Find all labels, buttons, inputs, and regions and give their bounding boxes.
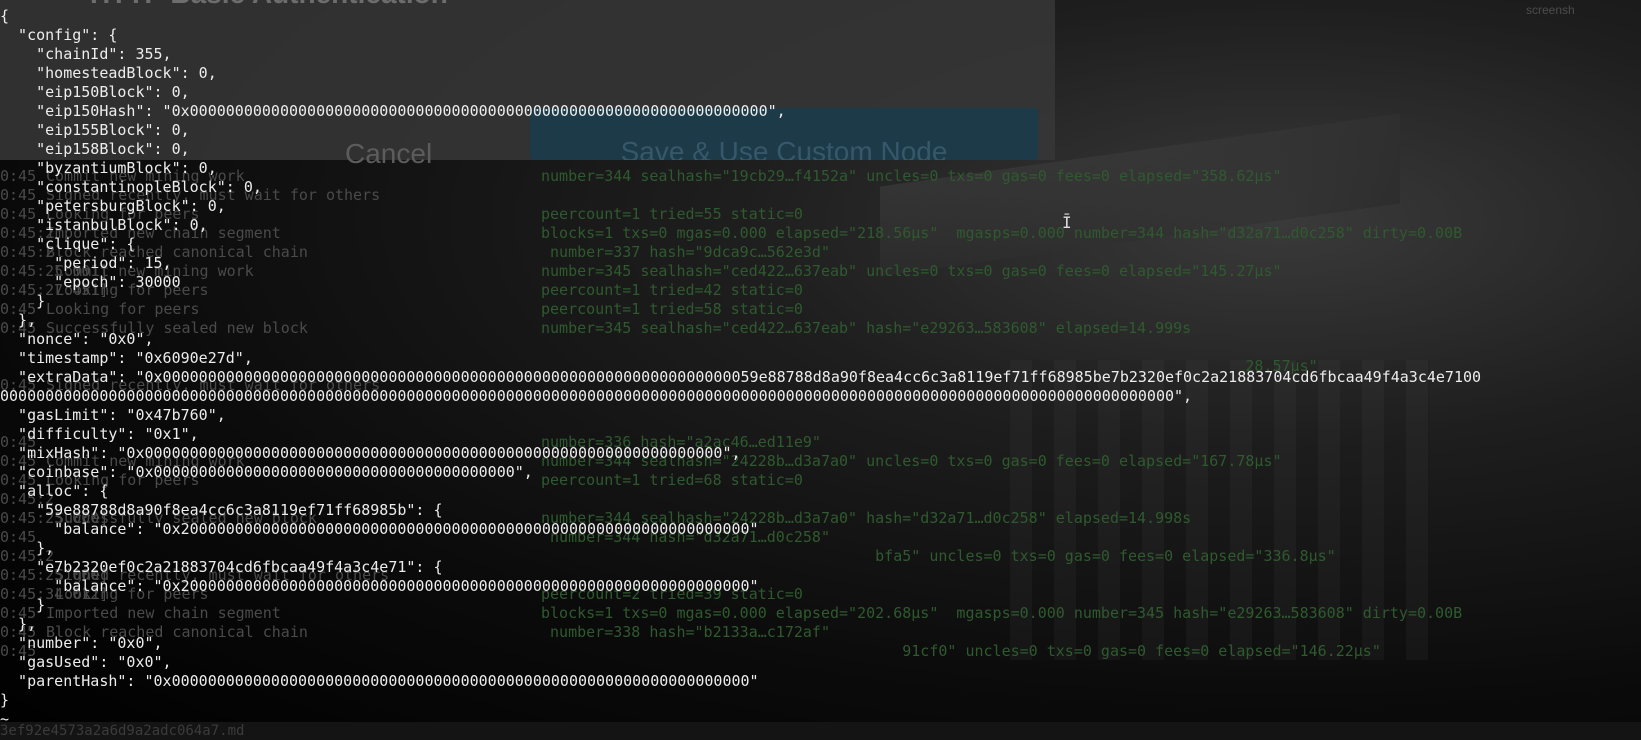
json-line: "petersburgBlock": 0, bbox=[0, 197, 226, 215]
terminal-window[interactable]: 0:45 Commit new mining work number=344 sea… bbox=[0, 0, 1641, 740]
json-line: "homesteadBlock": 0, bbox=[0, 64, 217, 82]
text-cursor-icon: Ī bbox=[1062, 213, 1072, 232]
json-line: } bbox=[0, 691, 10, 709]
json-line: "gasLimit": "0x47b760", bbox=[0, 406, 226, 424]
json-line: "e7b2320ef0c2a21883704cd6fbcaa49f4a3c4e7… bbox=[0, 558, 443, 576]
json-line: "config": { bbox=[0, 26, 118, 44]
json-line: "byzantiumBlock": 0, bbox=[0, 159, 217, 177]
json-line: }, bbox=[0, 539, 55, 557]
json-line: "alloc": { bbox=[0, 482, 109, 500]
json-line: "gasUsed": "0x0", bbox=[0, 653, 172, 671]
json-line: "nonce": "0x0", bbox=[0, 330, 154, 348]
json-line: }, bbox=[0, 311, 37, 329]
json-line: "number": "0x0", bbox=[0, 634, 163, 652]
json-line: 0000000000000000000000000000000000000000… bbox=[0, 387, 1193, 405]
json-line: "59e88788d8a90f8ea4cc6c3a8119ef71ff68985… bbox=[0, 501, 443, 519]
json-line: "constantinopleBlock": 0, bbox=[0, 178, 262, 196]
json-line: "epoch": 30000 bbox=[0, 273, 181, 291]
json-line: "balance": "0x20000000000000000000000000… bbox=[0, 520, 759, 538]
json-line: "coinbase": "0x0000000000000000000000000… bbox=[0, 463, 533, 481]
json-line: "balance": "0x20000000000000000000000000… bbox=[0, 577, 759, 595]
json-line: } bbox=[0, 292, 46, 310]
json-line: "eip155Block": 0, bbox=[0, 121, 190, 139]
terminal-status-filename: 3ef92e4573a2a6d9a2adc064a7.md bbox=[0, 722, 1641, 740]
json-line: { bbox=[0, 7, 10, 25]
json-line: "parentHash": "0x00000000000000000000000… bbox=[0, 672, 759, 690]
json-line: "clique": { bbox=[0, 235, 136, 253]
json-line: "chainId": 355, bbox=[0, 45, 172, 63]
json-line: "eip158Block": 0, bbox=[0, 140, 190, 158]
json-line: "eip150Block": 0, bbox=[0, 83, 190, 101]
json-line: "timestamp": "0x6090e27d", bbox=[0, 349, 253, 367]
json-line: "period": 15, bbox=[0, 254, 172, 272]
json-line: "istanbulBlock": 0, bbox=[0, 216, 208, 234]
json-line: "eip150Hash": "0x00000000000000000000000… bbox=[0, 102, 786, 120]
json-line: "extraData": "0x000000000000000000000000… bbox=[0, 368, 1482, 386]
json-line: "difficulty": "0x1", bbox=[0, 425, 199, 443]
json-line: } bbox=[0, 596, 46, 614]
genesis-json-output: { "config": { "chainId": 355, "homestead… bbox=[0, 7, 1481, 729]
json-line: "mixHash": "0x00000000000000000000000000… bbox=[0, 444, 741, 462]
json-line: }, bbox=[0, 615, 37, 633]
